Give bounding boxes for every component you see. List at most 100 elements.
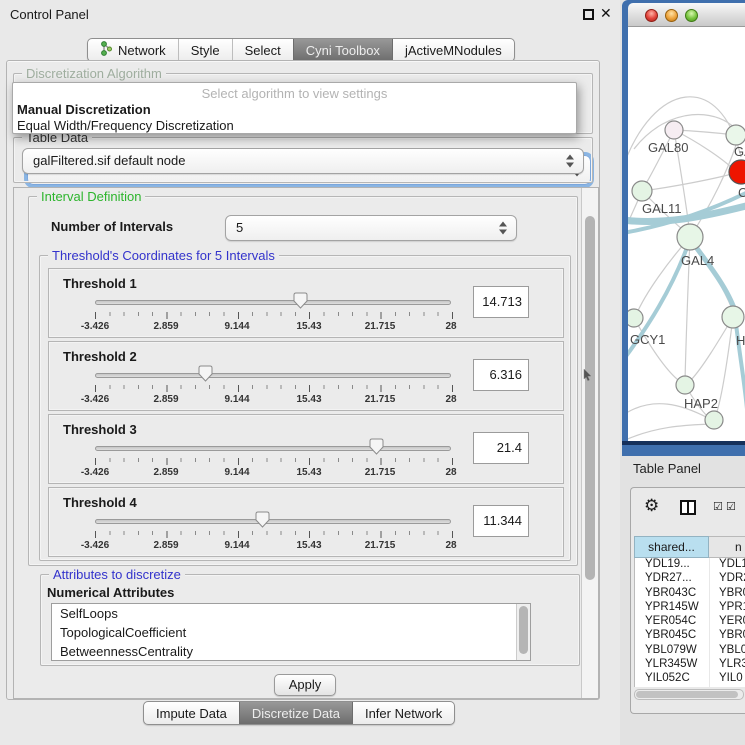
right-column: GAL80 GA C GAL11 GAL4 GCY1 H HAP2 Table …	[620, 0, 745, 745]
node-gal80[interactable]	[665, 121, 683, 139]
threshold-2-panel: Threshold 2 -3.426 2.859 9.144 15.43 21.…	[48, 341, 564, 411]
node-gal11[interactable]	[632, 181, 652, 201]
number-of-intervals-label: Number of Intervals	[51, 219, 173, 234]
tab-network[interactable]: Network	[88, 39, 178, 61]
thresholds-group-title: Threshold's Coordinates for 5 Intervals	[48, 248, 279, 263]
tab-cyni-toolbox[interactable]: Cyni Toolbox	[293, 39, 392, 61]
numerical-attributes-label: Numerical Attributes	[47, 585, 174, 600]
table-row[interactable]: YDR27...YDR2	[635, 572, 745, 586]
checkbox-checked-icon[interactable]: ☑	[713, 500, 723, 513]
table-row[interactable]: YIL052CYIL0	[635, 672, 745, 686]
threshold-2-slider-thumb[interactable]	[198, 365, 213, 382]
stepper-arrows-icon	[499, 222, 508, 235]
threshold-3-slider[interactable]	[95, 446, 451, 451]
table-panel-title: Table Panel	[633, 461, 701, 476]
table-header-row: shared... n	[634, 536, 745, 558]
table-data-combobox[interactable]: galFiltered.sif default node	[22, 148, 584, 174]
float-window-icon[interactable]	[583, 9, 594, 20]
node-h[interactable]	[722, 306, 744, 328]
network-view-window: GAL80 GA C GAL11 GAL4 GCY1 H HAP2	[622, 0, 745, 456]
attributes-group: Attributes to discretize Numerical Attri…	[40, 574, 580, 666]
tab-jactivemnodules[interactable]: jActiveMNodules	[392, 39, 514, 61]
threshold-3-value-field[interactable]: 21.4	[473, 432, 529, 464]
tab-discretize-data[interactable]: Discretize Data	[239, 702, 352, 724]
panel-title: Control Panel	[10, 7, 89, 22]
threshold-2-slider[interactable]	[95, 373, 451, 378]
close-traffic-light-icon[interactable]	[645, 9, 658, 22]
network-canvas[interactable]: GAL80 GA C GAL11 GAL4 GCY1 H HAP2	[628, 27, 745, 441]
zoom-traffic-light-icon[interactable]	[685, 9, 698, 22]
threshold-1-slider-thumb[interactable]	[293, 292, 308, 309]
svg-text:C: C	[738, 185, 745, 200]
table-data-value: galFiltered.sif default node	[33, 153, 185, 168]
tab-impute-data[interactable]: Impute Data	[144, 702, 239, 724]
threshold-4-slider[interactable]	[95, 519, 451, 524]
threshold-3-slider-thumb[interactable]	[369, 438, 384, 455]
svg-text:GAL4: GAL4	[681, 253, 714, 268]
table-row[interactable]: YBL079WYBL0	[635, 644, 745, 658]
network-window-bottom-frame	[622, 441, 745, 456]
table-row[interactable]: YPR145WYPR1	[635, 601, 745, 615]
interval-definition-group: Interval Definition Number of Intervals …	[28, 196, 578, 566]
list-item[interactable]: BetweennessCentrality	[52, 642, 530, 661]
tab-infer-network[interactable]: Infer Network	[352, 702, 454, 724]
node-red[interactable]	[729, 160, 745, 184]
mouse-cursor	[583, 368, 593, 382]
network-icon	[100, 41, 113, 59]
list-item[interactable]: SelfLoops	[52, 604, 530, 623]
bottom-tab-bar: Impute Data Discretize Data Infer Networ…	[143, 701, 455, 725]
threshold-4-panel: Threshold 4 -3.426 2.859 9.144 15.43 21.…	[48, 487, 564, 557]
checkbox-checked-icon[interactable]: ☑	[726, 500, 736, 513]
column-header-shared[interactable]: shared...	[634, 536, 709, 558]
node-ga[interactable]	[726, 125, 745, 145]
popup-item-manual-discretization[interactable]: Manual Discretization	[17, 102, 151, 117]
stepper-arrows-icon	[566, 155, 575, 168]
node-gal4[interactable]	[677, 224, 703, 250]
number-of-intervals-combobox[interactable]: 5	[225, 215, 517, 241]
table-row[interactable]: YDL19...YDL1	[635, 558, 745, 572]
threshold-1-panel: Threshold 1 -3.426 2.859 9.144 15.43 21.…	[48, 268, 564, 338]
table-horizontal-scrollbar[interactable]	[634, 689, 744, 700]
attributes-group-title: Attributes to discretize	[49, 567, 185, 582]
table-data-group: Table Data galFiltered.sif default node	[13, 137, 593, 183]
popup-item-equal-width-frequency[interactable]: Equal Width/Frequency Discretization	[17, 118, 234, 133]
table-panel: ⚙ ☑ ☑ shared... n YDL19...YDL1 YDR27...Y…	[630, 487, 745, 714]
threshold-2-value-field[interactable]: 6.316	[473, 359, 529, 391]
svg-text:GCY1: GCY1	[630, 332, 665, 347]
apply-button[interactable]: Apply	[274, 674, 336, 696]
close-icon[interactable]: ✕	[600, 5, 612, 22]
node-bottom[interactable]	[705, 411, 723, 429]
threshold-4-value-field[interactable]: 11.344	[473, 505, 529, 537]
table-row[interactable]: YBR043CYBR0	[635, 587, 745, 601]
gear-icon[interactable]: ⚙	[644, 496, 659, 516]
table-body: YDL19...YDL1 YDR27...YDR2 YBR043CYBR0 YP…	[634, 558, 745, 687]
threshold-1-value-field[interactable]: 14.713	[473, 286, 529, 318]
svg-text:GAL11: GAL11	[642, 201, 682, 216]
column-header-name[interactable]: n	[709, 536, 745, 558]
cyni-panel: Discretization Algorithm Table Data galF…	[6, 60, 600, 700]
algorithm-dropdown-popup: Select algorithm to view settings Manual…	[12, 82, 577, 134]
column-layout-icon[interactable]	[680, 500, 696, 515]
svg-text:GA: GA	[734, 144, 745, 159]
node-hap2[interactable]	[676, 376, 694, 394]
threshold-4-slider-thumb[interactable]	[255, 511, 270, 528]
tab-style[interactable]: Style	[178, 39, 232, 61]
table-row[interactable]: YLR345WYLR3	[635, 658, 745, 672]
threshold-1-slider[interactable]	[95, 300, 451, 305]
discretization-algorithm-title: Discretization Algorithm	[22, 66, 166, 81]
minimize-traffic-light-icon[interactable]	[665, 9, 678, 22]
svg-text:H: H	[736, 333, 745, 348]
node-gcy1[interactable]	[628, 309, 643, 327]
list-item[interactable]: TopologicalCoefficient	[52, 623, 530, 642]
threshold-3-panel: Threshold 3 -3.426 2.859 9.144 15.43 21.…	[48, 414, 564, 484]
panel-scrollbar[interactable]	[581, 188, 598, 698]
numerical-attributes-list: SelfLoops TopologicalCoefficient Between…	[51, 603, 531, 661]
thresholds-group: Threshold's Coordinates for 5 Intervals …	[39, 255, 571, 561]
settings-scroll-panel: Interval Definition Number of Intervals …	[13, 187, 599, 699]
network-window-titlebar[interactable]	[628, 3, 745, 27]
popup-placeholder: Select algorithm to view settings	[13, 86, 576, 101]
tab-select[interactable]: Select	[232, 39, 293, 61]
table-row[interactable]: YBR045CYBR0	[635, 629, 745, 643]
table-row[interactable]: YER054CYER0	[635, 615, 745, 629]
list-scrollbar[interactable]	[516, 604, 530, 660]
